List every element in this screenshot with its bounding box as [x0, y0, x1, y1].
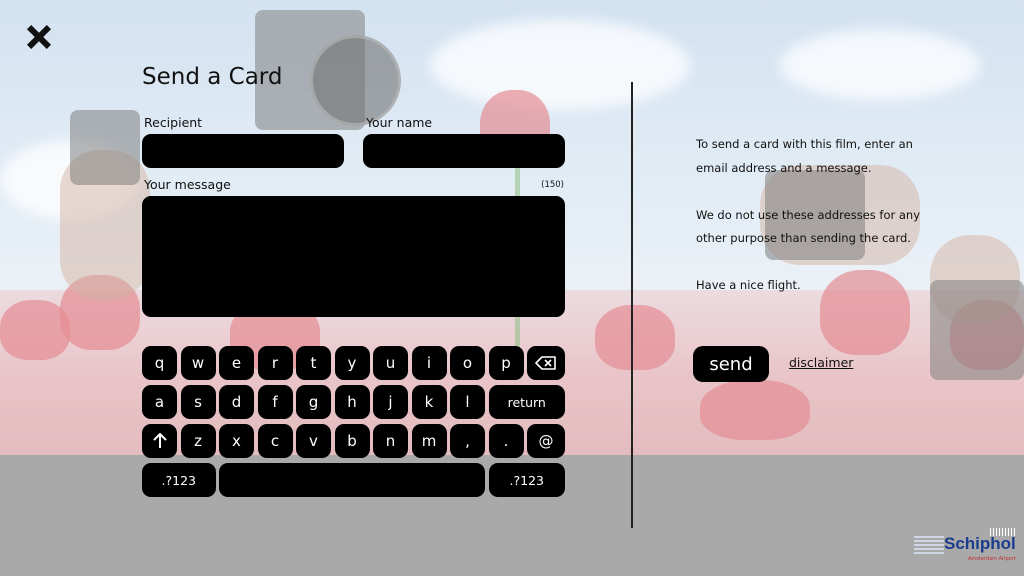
- info-greeting: Have a nice flight.: [696, 278, 801, 292]
- key[interactable]: b: [334, 424, 370, 458]
- message-label: Your message: [144, 177, 231, 192]
- key[interactable]: j: [373, 385, 408, 419]
- key[interactable]: c: [257, 424, 293, 458]
- recipient-label: Recipient: [144, 115, 203, 130]
- key[interactable]: r: [257, 346, 293, 380]
- key[interactable]: .: [488, 424, 524, 458]
- your-name-input[interactable]: [363, 134, 565, 168]
- key[interactable]: f: [257, 385, 293, 419]
- shift-arrow-icon: [152, 433, 167, 448]
- key[interactable]: w: [180, 346, 216, 380]
- key[interactable]: p: [488, 346, 524, 380]
- key[interactable]: s: [180, 385, 216, 419]
- info-instructions: To send a card with this film, enter an …: [696, 137, 913, 175]
- recipient-input[interactable]: [142, 134, 344, 168]
- key[interactable]: a: [142, 385, 177, 419]
- brand-tagline: Amsterdam Airport: [968, 556, 1016, 562]
- key[interactable]: y: [334, 346, 370, 380]
- backspace-icon: [535, 356, 556, 370]
- key[interactable]: d: [219, 385, 254, 419]
- return-key[interactable]: return: [488, 385, 565, 419]
- character-counter: (150): [541, 180, 564, 190]
- key[interactable]: l: [450, 385, 485, 419]
- shift-key[interactable]: [142, 424, 177, 458]
- key[interactable]: q: [142, 346, 177, 380]
- key[interactable]: e: [219, 346, 254, 380]
- key[interactable]: n: [373, 424, 408, 458]
- key[interactable]: u: [373, 346, 408, 380]
- key[interactable]: t: [296, 346, 331, 380]
- page-title: Send a Card: [142, 64, 283, 90]
- key[interactable]: k: [411, 385, 447, 419]
- info-privacy: We do not use these addresses for any ot…: [696, 207, 921, 246]
- backspace-key[interactable]: [527, 346, 565, 380]
- brand-name: Schiphol: [944, 534, 1016, 553]
- key[interactable]: x: [219, 424, 254, 458]
- key[interactable]: h: [334, 385, 370, 419]
- schiphol-logo: Schiphol Amsterdam Airport: [914, 528, 1018, 568]
- key[interactable]: ,: [450, 424, 485, 458]
- key[interactable]: @: [527, 424, 565, 458]
- key[interactable]: z: [180, 424, 216, 458]
- symbols-key-right[interactable]: .?123: [488, 463, 565, 497]
- key[interactable]: m: [411, 424, 447, 458]
- your-name-label: Your name: [366, 115, 433, 130]
- send-button[interactable]: send: [693, 346, 769, 382]
- on-screen-keyboard: q w e r t y u i o p a s d f g h j k l re…: [142, 346, 565, 498]
- disclaimer-link[interactable]: disclaimer: [789, 355, 853, 370]
- space-key[interactable]: [219, 463, 485, 497]
- info-text: To send a card with this film, enter an …: [696, 133, 926, 321]
- close-icon[interactable]: [24, 22, 54, 52]
- key[interactable]: v: [296, 424, 331, 458]
- divider: [631, 82, 633, 528]
- key[interactable]: o: [450, 346, 485, 380]
- symbols-key-left[interactable]: .?123: [142, 463, 216, 497]
- message-textarea[interactable]: [142, 196, 565, 317]
- key[interactable]: i: [411, 346, 447, 380]
- key[interactable]: g: [296, 385, 331, 419]
